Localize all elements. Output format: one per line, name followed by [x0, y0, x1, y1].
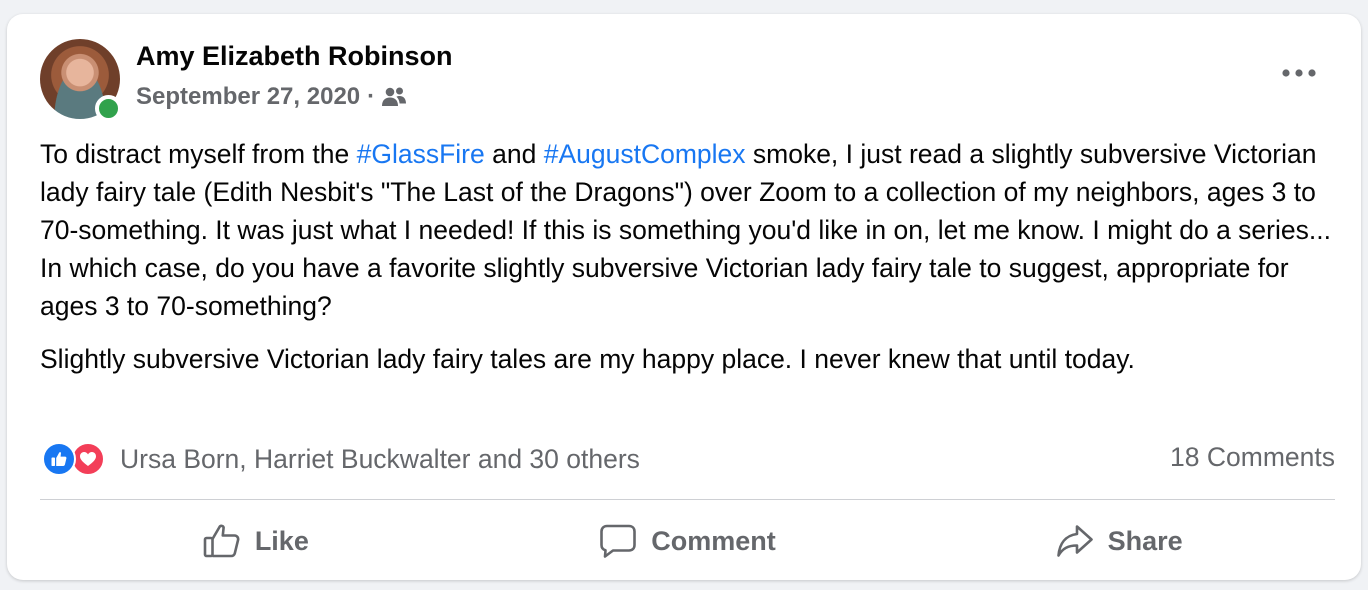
reaction-summary[interactable]: Ursa Born, Harriet Buckwalter and 30 oth…	[42, 442, 640, 476]
hashtag-glassfire-link[interactable]: #GlassFire	[357, 139, 485, 169]
share-arrow-icon	[1056, 523, 1094, 559]
more-options-icon[interactable]	[1279, 63, 1319, 83]
thumbs-up-icon	[203, 523, 241, 559]
comments-count[interactable]: 18 Comments	[1170, 442, 1335, 473]
hashtag-augustcomplex-link[interactable]: #AugustComplex	[544, 139, 746, 169]
share-button[interactable]: Share	[903, 508, 1335, 574]
post-paragraph-1: To distract myself from the #GlassFire a…	[40, 135, 1340, 325]
meta-separator: ·	[367, 83, 376, 110]
post-date[interactable]: September 27, 2020	[136, 83, 360, 111]
divider	[40, 499, 1335, 500]
share-label: Share	[1107, 525, 1183, 556]
post-body: To distract myself from the #GlassFire a…	[40, 135, 1340, 378]
post-meta: September 27, 2020 ·	[136, 83, 407, 111]
like-reaction-icon[interactable]	[42, 442, 76, 476]
comment-label: Comment	[651, 525, 776, 556]
paragraph-1-text-b: and	[484, 139, 544, 169]
post-card: Amy Elizabeth Robinson September 27, 202…	[7, 14, 1361, 580]
friends-icon[interactable]	[381, 86, 407, 108]
action-bar: Like Comment Share	[40, 508, 1335, 574]
paragraph-1-text-a: To distract myself from the	[40, 139, 357, 169]
speech-bubble-icon	[599, 523, 637, 559]
reactors-text[interactable]: Ursa Born, Harriet Buckwalter and 30 oth…	[120, 444, 640, 475]
love-reaction-icon[interactable]	[71, 442, 105, 476]
author-name[interactable]: Amy Elizabeth Robinson	[136, 41, 453, 72]
post-paragraph-2: Slightly subversive Victorian lady fairy…	[40, 344, 1135, 374]
like-label: Like	[254, 525, 309, 556]
comment-button[interactable]: Comment	[472, 508, 904, 574]
like-button[interactable]: Like	[40, 508, 472, 574]
online-status-dot	[95, 95, 122, 122]
